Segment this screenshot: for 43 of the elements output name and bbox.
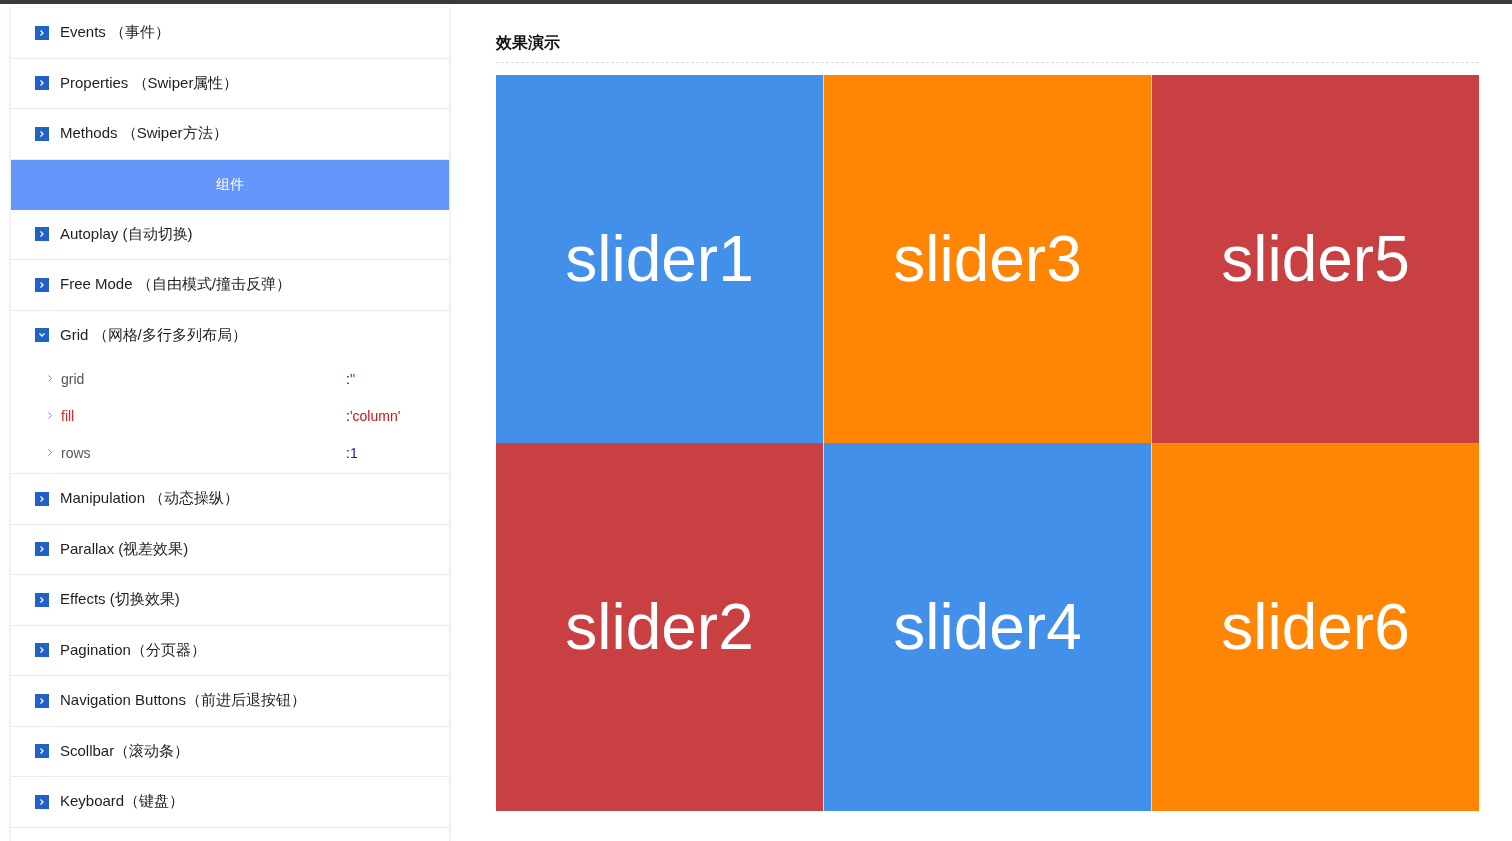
sidebar-item[interactable]: Keyboard（键盘） bbox=[11, 777, 449, 827]
slide-tile: slider5 bbox=[1152, 75, 1479, 443]
chevron-right-icon[interactable] bbox=[35, 277, 49, 292]
section-title: 效果演示 bbox=[496, 32, 1479, 63]
chevron-right-icon[interactable] bbox=[35, 227, 49, 242]
chevron-right-icon[interactable] bbox=[35, 542, 49, 557]
chevron-right-icon[interactable] bbox=[48, 449, 52, 456]
chevron-right-icon[interactable] bbox=[35, 794, 49, 809]
sidebar-item[interactable]: Manipulation （动态操纵） bbox=[11, 474, 449, 524]
chevron-right-icon[interactable] bbox=[35, 693, 49, 708]
slide-tile: slider4 bbox=[824, 443, 1151, 811]
chevron-right-icon[interactable] bbox=[35, 25, 49, 40]
chevron-right-icon[interactable] bbox=[35, 491, 49, 506]
chevron-right-icon[interactable] bbox=[35, 126, 49, 141]
sidebar-item[interactable]: Scollbar（滚动条） bbox=[11, 726, 449, 776]
chevron-right-icon[interactable] bbox=[35, 643, 49, 658]
slide-tile: slider6 bbox=[1152, 443, 1479, 811]
sidebar-item[interactable]: Events （事件） bbox=[11, 8, 449, 58]
slide-tile: slider1 bbox=[496, 75, 823, 443]
chevron-right-icon[interactable] bbox=[35, 592, 49, 607]
chevron-right-icon[interactable] bbox=[48, 412, 52, 419]
sidebar-item[interactable]: Grid （网格/多行多列布局） bbox=[11, 310, 449, 360]
sidebar-item[interactable]: Properties （Swiper属性） bbox=[11, 58, 449, 108]
property-value: :1 bbox=[346, 444, 358, 461]
property-value: :'column' bbox=[346, 407, 401, 424]
sidebar-item[interactable]: Effects (切换效果) bbox=[11, 575, 449, 625]
property-key: grid bbox=[61, 370, 346, 387]
property-key: fill bbox=[61, 407, 346, 424]
group-header: 组件 bbox=[11, 159, 449, 210]
chevron-right-icon[interactable] bbox=[48, 375, 52, 382]
property-value: :'' bbox=[346, 370, 356, 387]
property-key: rows bbox=[61, 444, 346, 461]
sidebar-item[interactable]: Free Mode （自由模式/撞击反弹） bbox=[11, 260, 449, 310]
slide-tile: slider2 bbox=[496, 443, 823, 811]
chevron-down-icon[interactable] bbox=[35, 328, 49, 343]
sidebar-item[interactable]: Parallax (视差效果) bbox=[11, 524, 449, 574]
sidebar-item[interactable]: Methods （Swiper方法） bbox=[11, 109, 449, 159]
sidebar-item[interactable]: Pagination（分页器） bbox=[11, 625, 449, 675]
sidebar-item[interactable]: Autoplay (自动切换) bbox=[11, 209, 449, 259]
chevron-right-icon[interactable] bbox=[35, 744, 49, 759]
slide-tile: slider3 bbox=[824, 75, 1151, 443]
chevron-right-icon[interactable] bbox=[35, 76, 49, 91]
sidebar-item[interactable]: Navigation Buttons（前进后退按钮） bbox=[11, 676, 449, 726]
